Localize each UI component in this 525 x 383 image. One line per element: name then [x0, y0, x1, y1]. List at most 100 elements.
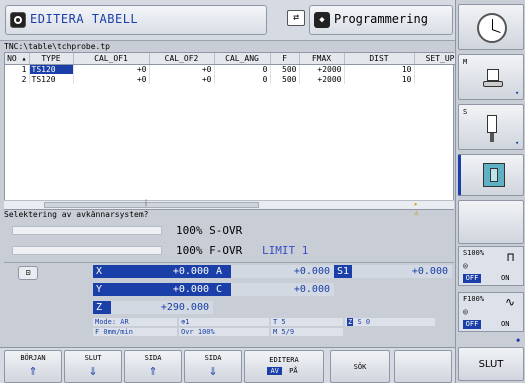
s-function-button[interactable]: S ▾: [458, 104, 524, 150]
axis-c-label: C: [213, 283, 231, 296]
feed-override-gauge: F100% ∿ ◎ OFF ON: [458, 292, 524, 332]
table-row[interactable]: 1 TS120 +0 +0 0 500 +2000 10: [5, 64, 456, 74]
scroll-grip-icon: ║: [144, 200, 148, 207]
col-header-f[interactable]: F: [270, 53, 300, 65]
s-override-bar: [12, 226, 162, 235]
f-override-fill: [13, 247, 161, 254]
cell-cal-of2[interactable]: +0: [149, 64, 215, 74]
col-header-no[interactable]: NO ▴: [5, 53, 30, 65]
col-header-dist[interactable]: DIST: [344, 53, 415, 65]
table-row[interactable]: 2 TS120 +0 +0 0 500 +2000 10: [5, 74, 456, 84]
axis-y-value: +0.000: [172, 284, 209, 295]
dropdown-arrow-icon: ▾: [515, 89, 520, 97]
spindle-status-icon: Z: [347, 318, 354, 326]
probe-table[interactable]: NO ▴ TYPE CAL_OF1 CAL_OF2 CAL_ANG F FMAX…: [4, 52, 456, 210]
swap-icon[interactable]: ⇄: [287, 10, 305, 26]
m-function-icon: [483, 69, 503, 89]
softkey-page-down[interactable]: SIDA ⇓: [184, 350, 242, 383]
col-header-type[interactable]: TYPE: [29, 53, 74, 65]
status-feed: F 0mm/min: [93, 328, 177, 336]
spindle-override-gauge: S100% ⊓ ◎ OFF ON: [458, 246, 524, 286]
cell-no[interactable]: 1: [5, 64, 30, 74]
cell-fmax[interactable]: +2000: [299, 74, 345, 84]
axis-z-label: Z: [93, 301, 111, 314]
limit-label: LIMIT 1: [262, 244, 309, 257]
programming-mode-box[interactable]: ◆ Programmering: [309, 5, 453, 35]
cell-cal-of1[interactable]: +0: [73, 64, 150, 74]
info-icon: ◆: [516, 336, 521, 344]
cell-set-up[interactable]: [414, 64, 456, 74]
cell-no[interactable]: 2: [5, 74, 30, 84]
tool-button[interactable]: [458, 154, 524, 196]
status-tool: T 5: [271, 318, 343, 326]
operating-mode-box[interactable]: EDITERA TABELL: [5, 5, 267, 35]
axis-a-label: A: [213, 265, 231, 278]
softkey-page-up[interactable]: SIDA ⇑: [124, 350, 182, 383]
cell-cal-of2[interactable]: +0: [149, 74, 215, 84]
cell-set-up[interactable]: [414, 74, 456, 84]
softkey-search[interactable]: SÖK: [330, 350, 390, 383]
right-softkey-panel: M ▾ S ▾ S100% ⊓ ◎ OFF ON F100% ∿ ◎ OFF O…: [455, 0, 525, 383]
file-path: TNC:\table\tchprobe.tp: [4, 42, 110, 51]
feed-wave-icon: ∿: [505, 295, 516, 309]
status-mode: Mode: ÄR: [93, 318, 177, 326]
col-header-cal-of1[interactable]: CAL_OF1: [73, 53, 150, 65]
program-icon: ◆: [314, 12, 330, 28]
scrollbar-thumb[interactable]: [44, 202, 259, 208]
title-bar: EDITERA TABELL ⇄ ◆ Programmering: [0, 0, 455, 41]
tool-icon: [483, 163, 505, 187]
spindle-icon: [487, 115, 497, 143]
axis-z-value: +290.000: [111, 301, 213, 314]
f-override-off[interactable]: OFF: [463, 320, 481, 329]
edit-off-option[interactable]: AV: [267, 367, 282, 375]
status-plane: ⊕1: [179, 318, 269, 326]
operating-mode-title: EDITERA TABELL: [30, 12, 139, 26]
arrow-down-icon: ⇓: [88, 361, 98, 379]
softkey-end[interactable]: SLUT ⇓: [64, 350, 122, 383]
arrow-up-icon: ⇑: [28, 361, 38, 379]
s-override-on[interactable]: ON: [501, 274, 509, 282]
cell-f[interactable]: 500: [270, 64, 300, 74]
clock-icon: [477, 13, 507, 43]
softkey-bar: BÖRJAN ⇑ SLUT ⇓ SIDA ⇑ SIDA ⇓ EDITERA AV PÅ S…: [0, 347, 455, 383]
clock-button[interactable]: [458, 4, 524, 50]
cell-dist[interactable]: 10: [344, 64, 415, 74]
col-header-cal-of2[interactable]: CAL_OF2: [149, 53, 215, 65]
col-header-set-up[interactable]: SET_UP: [414, 53, 456, 65]
edit-table-icon: [10, 12, 26, 28]
f-override-label: 100% F-OVR: [176, 244, 243, 257]
arrow-up-icon: ⇑: [148, 361, 158, 379]
horizontal-scrollbar[interactable]: ║: [4, 200, 454, 209]
cell-cal-ang[interactable]: 0: [214, 64, 271, 74]
col-header-cal-ang[interactable]: CAL_ANG: [214, 53, 271, 65]
screen: EDITERA TABELL ⇄ ◆ Programmering TNC:\ta…: [0, 0, 525, 383]
position-type-icon[interactable]: ⊡: [18, 266, 38, 280]
cell-cal-ang[interactable]: 0: [214, 74, 271, 84]
f-override-on[interactable]: ON: [501, 320, 509, 328]
softkey-edit[interactable]: EDITERA AV PÅ: [244, 350, 324, 383]
end-button[interactable]: SLUT: [458, 347, 524, 381]
arrow-down-icon: ⇓: [208, 361, 218, 379]
softkey-begin[interactable]: BÖRJAN ⇑: [4, 350, 62, 383]
axis-c-value: +0.000: [231, 283, 334, 296]
cell-f[interactable]: 500: [270, 74, 300, 84]
status-ovr: Ovr 100%: [179, 328, 269, 336]
dropdown-arrow-icon: ▾: [515, 139, 520, 147]
axis-s1-label: S1: [334, 265, 352, 278]
warning-icon[interactable]: ▸ ⚠: [414, 200, 426, 218]
cell-cal-of1[interactable]: +0: [73, 74, 150, 84]
s-override-label: 100% S-OVR: [176, 224, 243, 237]
axis-a-value: +0.000: [231, 265, 334, 278]
edit-on-option[interactable]: PÅ: [286, 367, 300, 375]
m-function-button[interactable]: M ▾: [458, 54, 524, 100]
cell-fmax[interactable]: +2000: [299, 64, 345, 74]
cell-dist[interactable]: 10: [344, 74, 415, 84]
spindle-small-icon: ⊓: [507, 250, 515, 264]
softkey-blank[interactable]: [394, 350, 452, 383]
col-header-fmax[interactable]: FMAX: [299, 53, 345, 65]
cell-type[interactable]: TS120: [29, 74, 74, 84]
override-dial-icon: ◎: [463, 307, 468, 316]
blank-right-button[interactable]: [458, 200, 524, 244]
cell-type-selected[interactable]: TS120: [29, 64, 74, 74]
s-override-off[interactable]: OFF: [463, 274, 481, 283]
